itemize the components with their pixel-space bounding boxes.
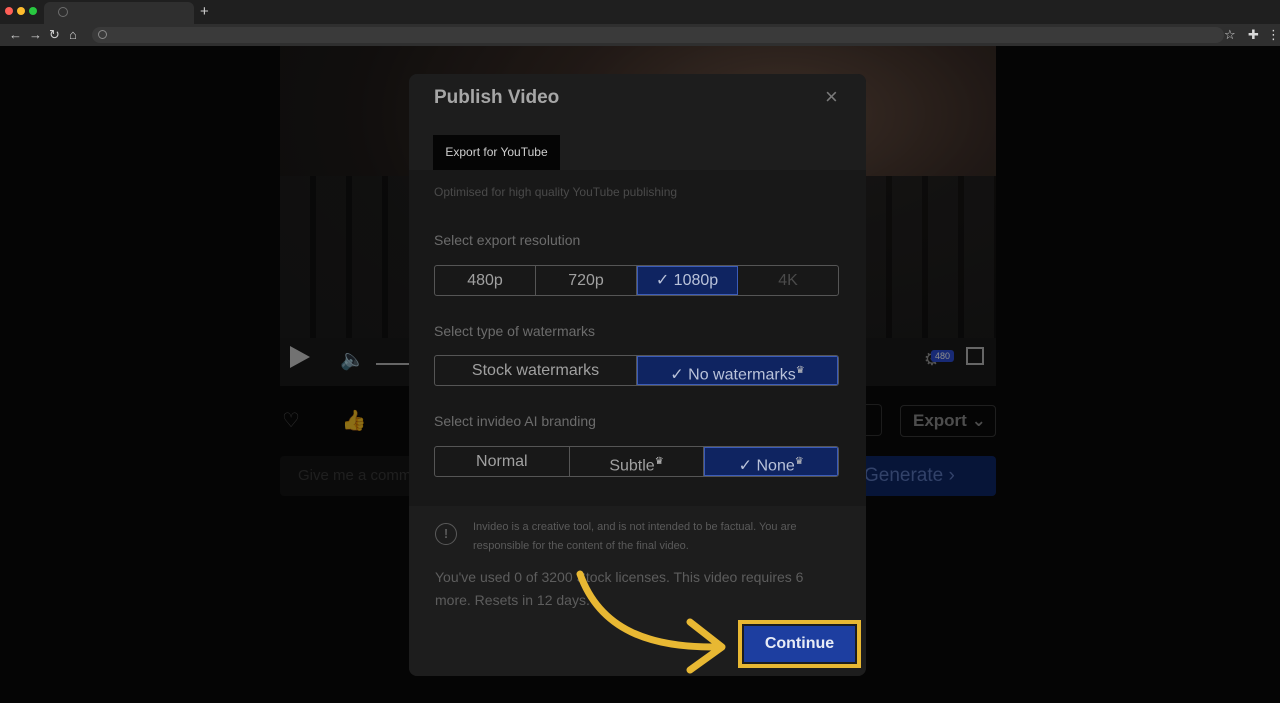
back-icon[interactable]: ← xyxy=(9,26,22,44)
resolution-4k[interactable]: 4K xyxy=(738,266,838,295)
watermarks-label: Select type of watermarks xyxy=(434,323,596,339)
crown-icon: ♛ xyxy=(794,456,804,467)
branding-selector: Normal Subtle♛ ✓ None♛ xyxy=(434,446,839,477)
modal-header: Publish Video × Export for YouTube xyxy=(409,74,866,170)
browser-tab[interactable] xyxy=(44,2,194,24)
check-icon: ✓ xyxy=(670,366,689,384)
window-maximize-icon[interactable] xyxy=(29,7,37,15)
stock-watermarks-option[interactable]: Stock watermarks xyxy=(435,356,637,385)
continue-button[interactable]: Continue xyxy=(744,626,855,662)
new-tab-button[interactable]: + xyxy=(200,3,209,21)
info-icon: ! xyxy=(435,523,457,545)
crown-icon: ♛ xyxy=(795,365,805,376)
no-watermarks-option[interactable]: ✓ No watermarks♛ xyxy=(637,356,838,385)
site-info-icon[interactable] xyxy=(98,30,107,39)
bookmark-star-icon[interactable]: ☆ xyxy=(1224,26,1236,44)
resolution-selector: 480p 720p ✓ 1080p 4K xyxy=(434,265,839,296)
check-icon: ✓ xyxy=(655,272,674,289)
window-minimize-icon[interactable] xyxy=(17,7,25,15)
disclaimer-text: Invideo is a creative tool, and is not i… xyxy=(473,521,797,552)
browser-menu-icon[interactable]: ⋮ xyxy=(1267,26,1280,44)
close-icon[interactable]: × xyxy=(825,86,838,108)
forward-icon[interactable]: → xyxy=(29,26,42,44)
branding-subtle-option[interactable]: Subtle♛ xyxy=(570,447,705,476)
resolution-480p[interactable]: 480p xyxy=(435,266,536,295)
branding-label: Select invideo AI branding xyxy=(434,413,596,429)
crown-icon: ♛ xyxy=(654,456,664,467)
window-close-icon[interactable] xyxy=(5,7,13,15)
check-icon: ✓ xyxy=(738,457,757,475)
globe-icon xyxy=(58,7,68,17)
watermarks-selector: Stock watermarks ✓ No watermarks♛ xyxy=(434,355,839,386)
tab-export-youtube[interactable]: Export for YouTube xyxy=(433,135,560,170)
resolution-720p[interactable]: 720p xyxy=(536,266,637,295)
browser-toolbar: ← → ↻ ⌂ ☆ ✚ ⋮ xyxy=(0,24,1280,46)
address-bar[interactable] xyxy=(92,27,1224,43)
browser-tab-bar: + xyxy=(0,0,1280,24)
branding-normal-option[interactable]: Normal xyxy=(435,447,570,476)
modal-title: Publish Video xyxy=(434,87,560,108)
home-icon[interactable]: ⌂ xyxy=(69,26,77,44)
modal-subtitle: Optimised for high quality YouTube publi… xyxy=(434,185,678,199)
publish-video-modal: Publish Video × Export for YouTube Optim… xyxy=(409,74,866,676)
extensions-icon[interactable]: ✚ xyxy=(1248,26,1259,44)
branding-none-option[interactable]: ✓ None♛ xyxy=(704,447,838,476)
resolution-label: Select export resolution xyxy=(434,232,581,248)
reload-icon[interactable]: ↻ xyxy=(49,26,60,44)
resolution-1080p[interactable]: ✓ 1080p xyxy=(637,266,738,295)
license-usage-text: You've used 0 of 3200 Stock licenses. Th… xyxy=(435,569,804,608)
